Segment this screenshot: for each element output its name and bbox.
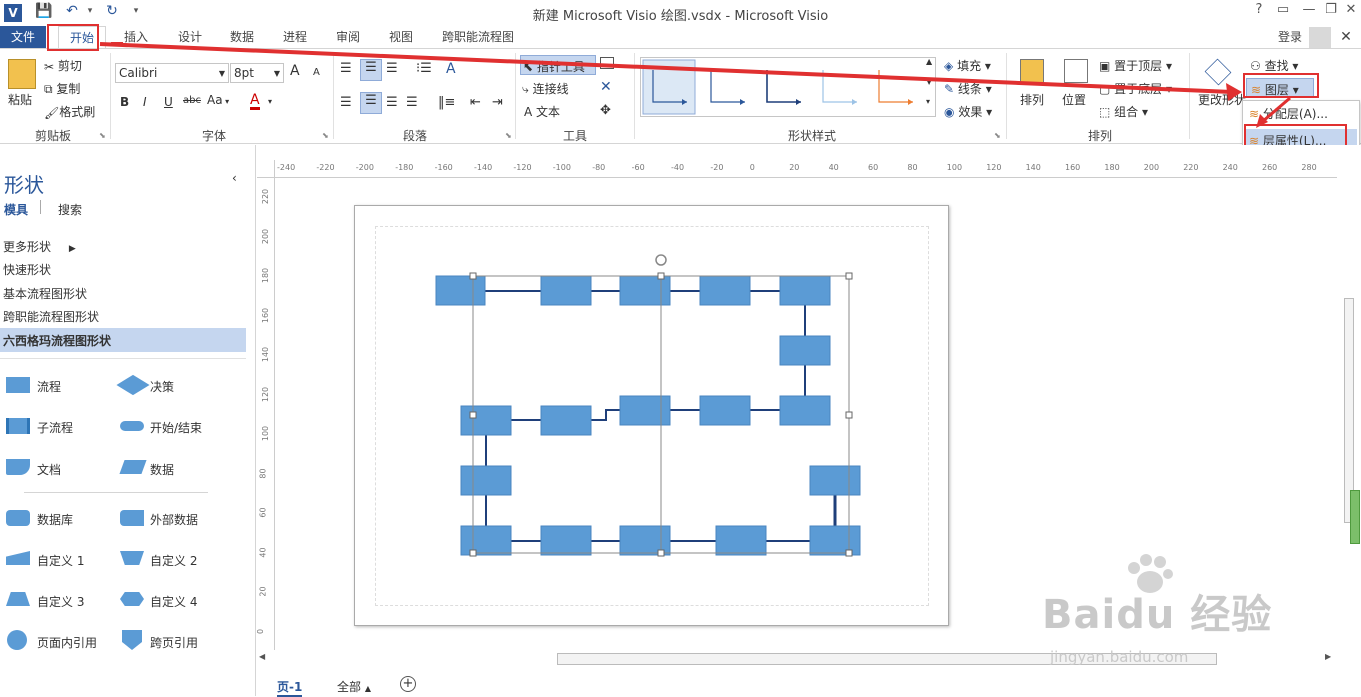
all-pages-button[interactable]: 全部 ▲ (337, 678, 371, 695)
rotate-handle-icon (655, 254, 667, 266)
process-shape (779, 395, 831, 426)
process-shape (715, 525, 767, 556)
process-shape (540, 405, 592, 436)
process-shape (460, 525, 512, 556)
process-shape (540, 525, 592, 556)
all-pages-label: 全部 (337, 680, 362, 694)
watermark-url: jingyan.baidu.com (1050, 648, 1189, 666)
page-tab[interactable]: 页-1 (277, 678, 303, 697)
process-shapes[interactable] (435, 275, 861, 556)
process-shape (460, 405, 512, 436)
vertical-scrollbar[interactable] (1340, 178, 1361, 650)
chevron-up-icon: ▲ (364, 684, 371, 693)
scroll-right-icon[interactable]: ▶ (1325, 652, 1331, 661)
add-page-icon[interactable]: + (400, 676, 416, 692)
process-shape (779, 275, 831, 306)
zoom-indicator[interactable] (1350, 490, 1360, 544)
process-shape (619, 395, 671, 426)
process-shape (699, 395, 751, 426)
scroll-left-icon[interactable]: ◀ (259, 652, 265, 661)
process-shape (460, 465, 512, 496)
process-shape (540, 275, 592, 306)
process-shape (435, 275, 486, 306)
process-shape (809, 465, 861, 496)
page-tabs-bar: 页-1 全部 ▲ + (257, 674, 1361, 697)
process-shape (699, 275, 751, 306)
connector-line (591, 409, 620, 421)
process-shape (779, 335, 831, 366)
watermark-paw-icon (1128, 554, 1173, 593)
process-shape (619, 275, 671, 306)
